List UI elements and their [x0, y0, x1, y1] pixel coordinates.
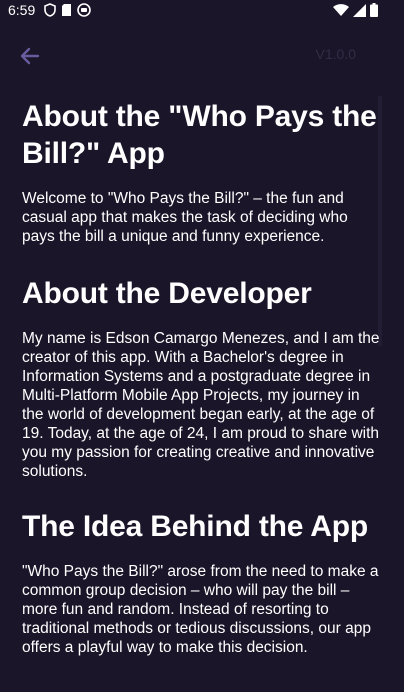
section-about-app: About the "Who Pays the Bill?" App Welco…: [22, 98, 382, 246]
arrow-left-icon: [20, 47, 40, 65]
wifi-icon: [333, 3, 349, 16]
section-about-developer: About the Developer My name is Edson Cam…: [22, 275, 382, 481]
shield-icon: [44, 3, 56, 17]
section-body: "Who Pays the Bill?" arose from the need…: [22, 563, 379, 656]
section-body: My name is Edson Camargo Menezes, and I …: [22, 330, 380, 480]
status-time: 6:59: [8, 2, 36, 18]
back-button[interactable]: [18, 44, 48, 68]
section-body: Welcome to "Who Pays the Bill?" – the fu…: [22, 190, 348, 245]
status-left-icons: [44, 3, 91, 17]
about-content[interactable]: About the "Who Pays the Bill?" App Welco…: [0, 88, 404, 692]
status-bar: 6:59: [0, 0, 404, 24]
section-title: About the Developer: [22, 277, 312, 310]
version-label: V1.0.0: [315, 46, 356, 62]
app-bar: V1.0.0: [0, 24, 404, 88]
section-idea-behind-app: The Idea Behind the App "Who Pays the Bi…: [22, 508, 382, 657]
status-right-icons: [333, 3, 378, 17]
battery-icon: [370, 3, 378, 17]
notification-icon: [77, 3, 91, 17]
cell-signal-icon: [353, 3, 366, 17]
section-title: The Idea Behind the App: [22, 510, 368, 543]
section-title: About the "Who Pays the Bill?" App: [22, 100, 377, 170]
sd-card-icon: [62, 4, 71, 16]
